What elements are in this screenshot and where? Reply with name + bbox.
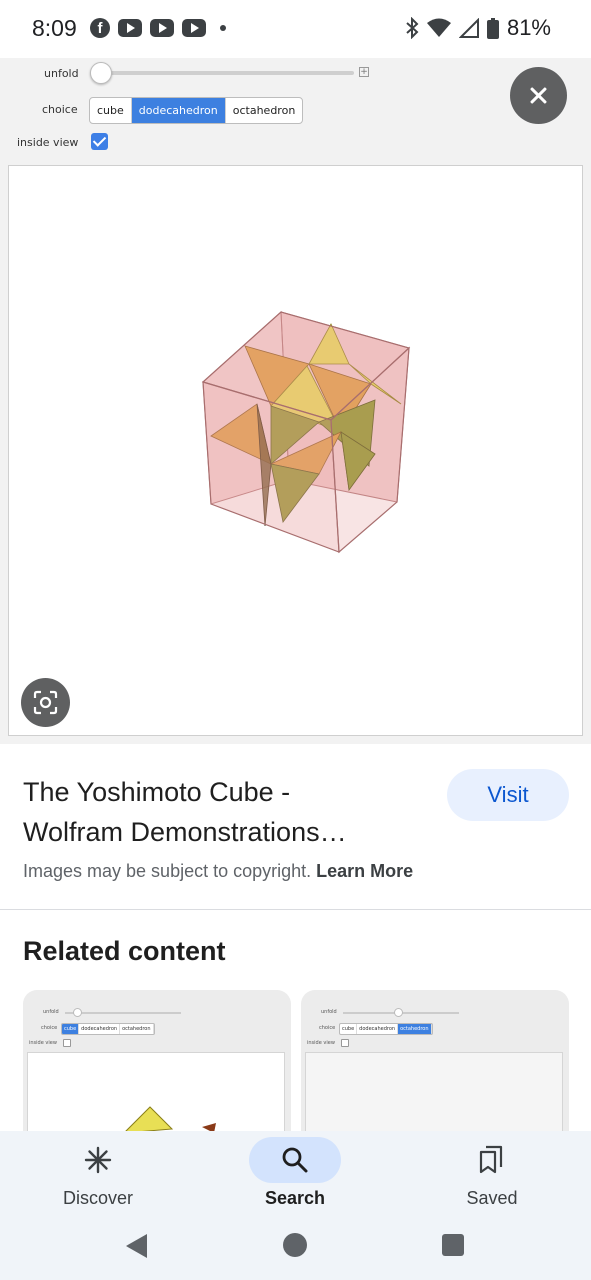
nav-search-label: Search xyxy=(264,1188,326,1208)
yoshimoto-cube-graphic xyxy=(201,310,411,554)
thumb-unfold-label: unfold xyxy=(321,1009,337,1015)
demonstration-viewer: unfold + choice cube dodecahedron octahe… xyxy=(0,58,591,744)
home-button[interactable] xyxy=(283,1233,307,1257)
thumb-inside-view-label: inside view xyxy=(29,1040,57,1046)
demo-canvas[interactable] xyxy=(8,165,583,736)
thumb-choice-control: cube dodecahedron octahedron xyxy=(61,1023,155,1035)
copyright-notice: Images may be subject to copyright. Lear… xyxy=(23,861,413,882)
nav-saved-label: Saved xyxy=(466,1188,518,1208)
result-title[interactable]: The Yoshimoto Cube - Wolfram Demonstrati… xyxy=(23,772,423,852)
status-time: 8:09 xyxy=(32,15,77,41)
copyright-text: Images may be subject to copyright. xyxy=(23,861,312,881)
related-thumbnail[interactable]: unfold choice cube dodecahedron octahedr… xyxy=(301,990,569,1150)
system-status: 81% xyxy=(405,15,551,41)
nav-search[interactable]: Search xyxy=(215,1131,375,1211)
search-icon xyxy=(282,1147,308,1173)
youtube-icon xyxy=(150,19,174,37)
choice-segmented-control: cube dodecahedron octahedron xyxy=(89,97,304,124)
youtube-icon xyxy=(182,19,206,37)
nav-saved[interactable]: Saved xyxy=(412,1131,572,1211)
thumb-slider xyxy=(65,1012,181,1014)
signal-icon xyxy=(458,18,479,38)
battery-level: 81% xyxy=(506,15,551,40)
thumb-choice-control: cube dodecahedron octahedron xyxy=(339,1023,433,1035)
bluetooth-icon xyxy=(406,17,419,39)
wifi-icon xyxy=(426,18,451,37)
battery-icon xyxy=(486,17,499,39)
related-thumbnail[interactable]: unfold choice cube dodecahedron octahedr… xyxy=(23,990,291,1150)
lens-icon xyxy=(33,690,58,715)
thumb-choice-cube: cube xyxy=(62,1024,80,1034)
inside-view-label: inside view xyxy=(17,136,79,149)
thumb-inside-view-label: inside view xyxy=(307,1040,335,1046)
thumb-checkbox xyxy=(63,1039,71,1047)
thumb-slider-thumb xyxy=(73,1008,82,1017)
thumb-choice-cube: cube xyxy=(340,1024,358,1034)
thumb-choice-label: choice xyxy=(319,1025,336,1031)
thumb-choice-label: choice xyxy=(41,1025,58,1031)
facebook-icon: f xyxy=(90,18,110,38)
bottom-navigation: Discover Search Saved xyxy=(0,1131,591,1280)
back-button[interactable] xyxy=(126,1234,147,1258)
thumb-slider-thumb xyxy=(394,1008,403,1017)
inside-view-checkbox[interactable] xyxy=(91,133,108,150)
recents-button[interactable] xyxy=(442,1234,464,1256)
result-title-line-2: Wolfram Demonstrations… xyxy=(23,817,347,847)
status-bar: 8:09 f 81% xyxy=(0,0,591,58)
thumb-choice-dodecahedron: dodecahedron xyxy=(357,1024,399,1034)
unfold-label: unfold xyxy=(44,67,79,80)
unfold-slider-track[interactable] xyxy=(92,71,354,75)
learn-more-link[interactable]: Learn More xyxy=(316,861,413,881)
thumb-choice-octahedron: octahedron xyxy=(120,1024,154,1034)
unfold-slider-thumb[interactable] xyxy=(90,62,112,84)
related-content-heading: Related content xyxy=(23,936,226,966)
thumb-choice-octahedron: octahedron xyxy=(398,1024,432,1034)
youtube-icon xyxy=(118,19,142,37)
choice-octahedron-button[interactable]: octahedron xyxy=(226,98,303,123)
thumb-unfold-label: unfold xyxy=(43,1009,59,1015)
thumb-choice-dodecahedron: dodecahedron xyxy=(79,1024,121,1034)
nav-discover[interactable]: Discover xyxy=(18,1131,178,1211)
asterisk-icon xyxy=(84,1146,112,1174)
slider-plus-icon[interactable]: + xyxy=(359,67,369,77)
visit-button[interactable]: Visit xyxy=(447,769,569,821)
dot-icon xyxy=(220,25,226,31)
choice-dodecahedron-button[interactable]: dodecahedron xyxy=(131,98,226,123)
notification-icons: f xyxy=(90,18,226,38)
divider xyxy=(0,909,591,910)
bookmarks-icon xyxy=(479,1145,503,1174)
choice-label: choice xyxy=(42,103,78,116)
choice-cube-button[interactable]: cube xyxy=(90,98,132,123)
close-button[interactable] xyxy=(510,67,567,124)
nav-discover-label: Discover xyxy=(62,1188,133,1208)
result-title-line-1: The Yoshimoto Cube - xyxy=(23,777,291,807)
thumb-checkbox xyxy=(341,1039,349,1047)
lens-button[interactable] xyxy=(21,678,70,727)
